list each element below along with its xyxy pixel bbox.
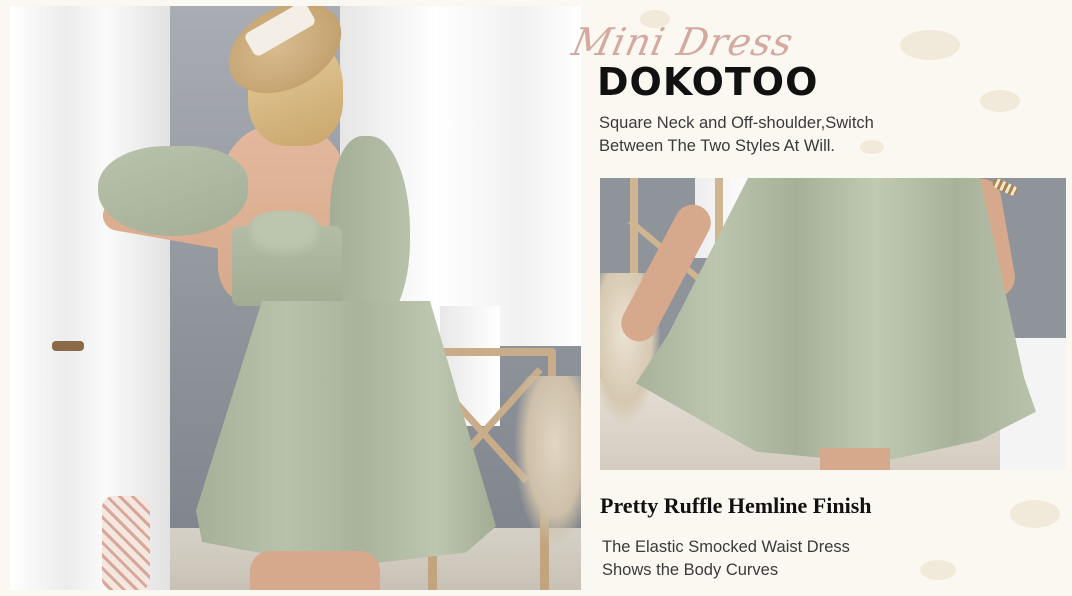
feature-title-ruffle-hemline: Pretty Ruffle Hemline Finish: [600, 493, 872, 518]
dress-back-view-photo: [10, 6, 581, 590]
brand-name: DOKOTOO: [597, 60, 819, 104]
paint-speck: [1010, 500, 1060, 528]
paint-speck: [920, 560, 956, 580]
pampas-grass: [515, 376, 581, 546]
curtain-tieback: [52, 341, 84, 351]
ruffle-hem-closeup-photo: [600, 178, 1066, 470]
paint-speck: [900, 30, 960, 60]
description-line: The Elastic Smocked Waist Dress: [602, 538, 850, 556]
puff-sleeve-left: [98, 146, 248, 236]
description-line: Shows the Body Curves: [602, 561, 779, 579]
patterned-pillow: [102, 496, 150, 590]
paint-speck: [980, 90, 1020, 112]
feature-description-neckline: Square Neck and Off-shoulder,Switch Betw…: [599, 112, 919, 158]
model-legs: [250, 551, 380, 590]
product-banner: Mini Dress DOKOTOO Square Neck and Off-s…: [0, 0, 1072, 596]
puff-sleeve-right: [330, 136, 410, 326]
back-tie-bow: [248, 211, 320, 257]
model-legs: [820, 448, 890, 470]
description-line: Between The Two Styles At Will.: [599, 137, 835, 155]
description-line: Square Neck and Off-shoulder,Switch: [599, 114, 874, 132]
feature-description-waist: The Elastic Smocked Waist Dress Shows th…: [602, 536, 902, 582]
